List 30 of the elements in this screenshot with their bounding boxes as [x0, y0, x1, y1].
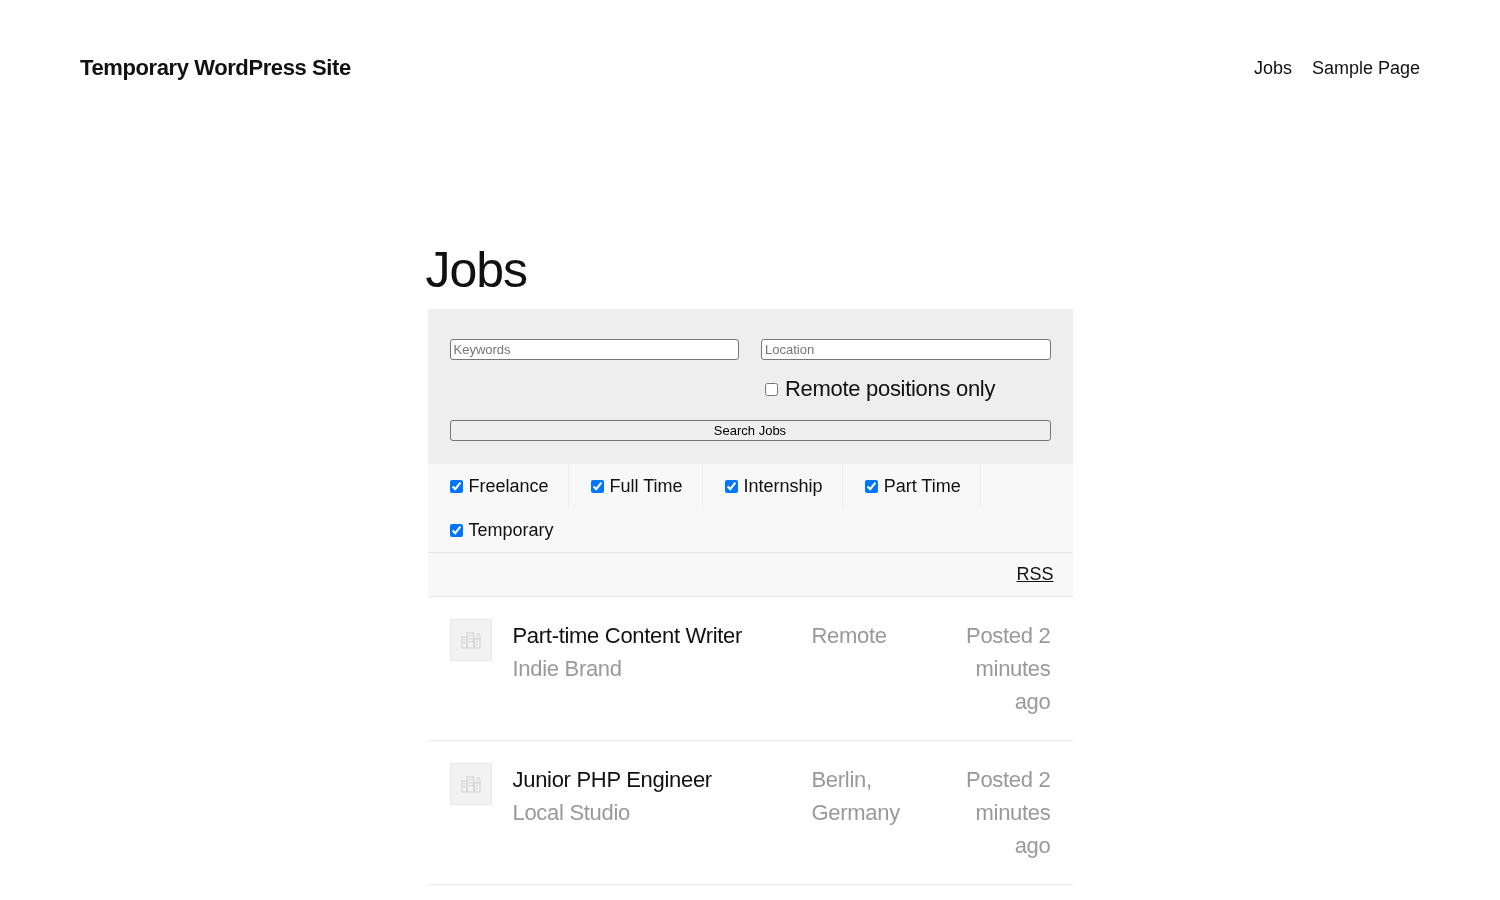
search-button[interactable]: Search Jobs — [449, 420, 1051, 441]
job-type-label: Freelance — [468, 475, 549, 497]
job-type-label: Temporary — [468, 519, 554, 541]
job-title[interactable]: Part-time Content Writer — [512, 619, 743, 652]
job-location: Remote — [811, 622, 888, 650]
company-name: Indie Brand — [512, 655, 622, 683]
job-type-checkbox[interactable] — [724, 479, 738, 493]
rss-link[interactable]: RSS — [1016, 564, 1054, 585]
posted-time: Posted 2 minutes ago — [965, 766, 1051, 860]
keywords-field[interactable]: Keywords — [449, 339, 739, 360]
site-title[interactable]: Temporary WordPress Site — [80, 55, 351, 81]
job-type-checkbox[interactable] — [449, 523, 463, 537]
location-field[interactable]: Location — [761, 339, 1051, 360]
page-title: Jobs — [425, 241, 529, 300]
job-type-checkbox[interactable] — [449, 479, 463, 493]
company-name: Local Studio — [512, 799, 630, 827]
job-type-label: Part Time — [883, 475, 961, 497]
job-type-checkbox[interactable] — [864, 479, 878, 493]
posted-time: Posted 2 minutes ago — [965, 622, 1051, 716]
buildings-icon — [449, 763, 492, 805]
job-location: Berlin, Germany — [811, 766, 901, 827]
remote-label: Remote positions only — [785, 376, 996, 402]
nav-link[interactable]: Jobs — [1253, 57, 1292, 79]
job-title[interactable]: Junior PHP Engineer — [512, 763, 712, 796]
buildings-icon — [449, 619, 492, 661]
job-type-checkbox[interactable] — [590, 479, 604, 493]
nav-link[interactable]: Sample Page — [1311, 57, 1420, 79]
job-type-label: Internship — [743, 475, 823, 497]
remote-checkbox[interactable] — [765, 382, 778, 396]
job-type-label: Full Time — [609, 475, 683, 497]
